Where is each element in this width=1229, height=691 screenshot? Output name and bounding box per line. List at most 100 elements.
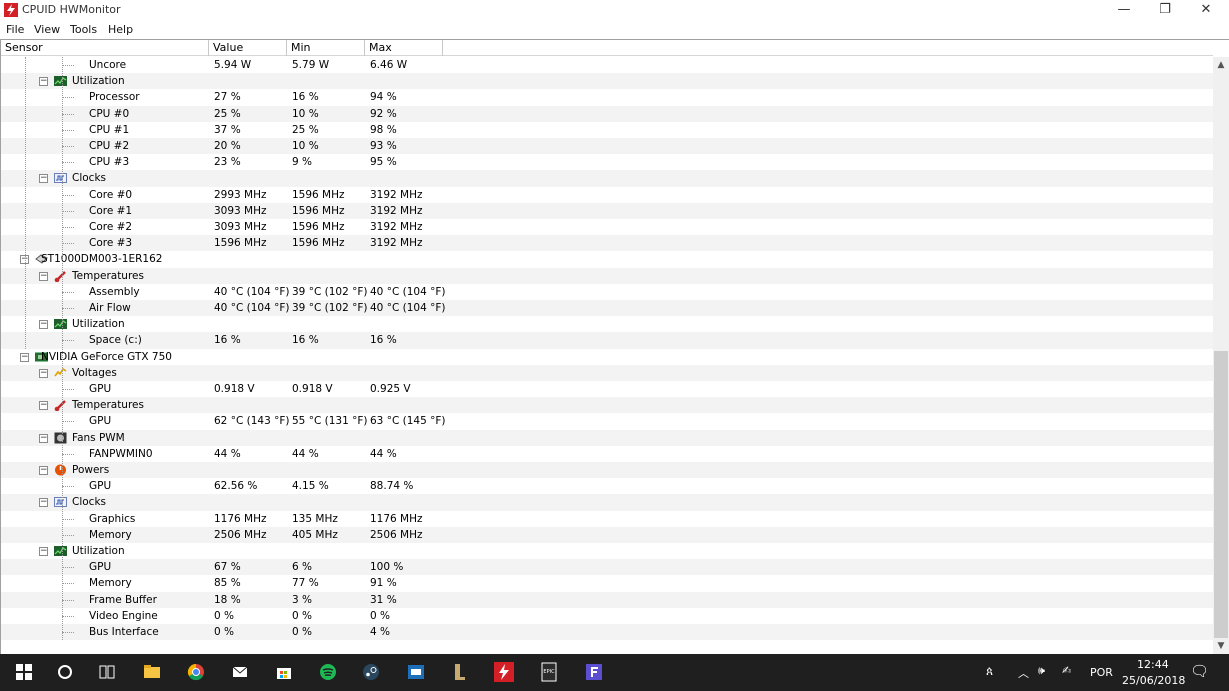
sensor-value: 85 % [214, 577, 241, 590]
steam-icon[interactable] [361, 662, 381, 682]
group-row[interactable]: − Utilization [1, 543, 1213, 559]
sensor-row[interactable]: GPU 0.918 V 0.918 V 0.925 V [1, 381, 1213, 397]
sensor-row[interactable]: Core #1 3093 MHz 1596 MHz 3192 MHz [1, 202, 1213, 219]
collapse-toggle[interactable]: − [39, 77, 48, 87]
clock-time[interactable]: 12:44 [1137, 658, 1169, 671]
sensor-row[interactable]: GPU 67 % 6 % 100 % [1, 559, 1213, 576]
group-row[interactable]: − ST1000DM003-1ER162 [1, 251, 1213, 267]
sensor-row[interactable]: Air Flow 40 °C (104 °F) 39 °C (102 °F) 40 °… [1, 300, 1213, 317]
scroll-up-arrow-icon[interactable]: ▲ [1213, 57, 1229, 73]
chrome-icon[interactable] [186, 662, 206, 682]
sensor-row[interactable]: CPU #2 20 % 10 % 93 % [1, 138, 1213, 155]
sensor-min: 1596 MHz [292, 188, 345, 201]
collapse-toggle[interactable]: − [39, 368, 48, 378]
scroll-thumb[interactable] [1214, 351, 1228, 638]
collapse-toggle[interactable]: − [39, 498, 48, 508]
sensor-tree[interactable]: Uncore 5.94 W 5.79 W 6.46 W − Utilization Proc… [1, 57, 1213, 640]
volume-icon[interactable]: 🕪 [1038, 664, 1045, 678]
group-row[interactable]: − Fans PWM [1, 429, 1213, 446]
collapse-toggle[interactable]: − [39, 547, 48, 556]
sensor-row[interactable]: Uncore 5.94 W 5.79 W 6.46 W [1, 57, 1213, 73]
sensor-label: Bus Interface [89, 626, 159, 638]
sensor-row[interactable]: Memory 85 % 77 % 91 % [1, 575, 1213, 591]
league-icon[interactable] [450, 662, 470, 682]
sensor-value: 1596 MHz [214, 237, 267, 250]
mail-icon[interactable] [231, 662, 251, 682]
collapse-toggle[interactable]: − [39, 401, 48, 411]
file-explorer-icon[interactable] [142, 662, 162, 682]
sensor-row[interactable]: GPU 62 °C (143 °F) 55 °C (131 °F) 63 °C (14… [1, 413, 1213, 429]
menu-tools[interactable]: Tools [70, 23, 97, 36]
scroll-down-arrow-icon[interactable]: ▼ [1213, 638, 1229, 654]
sensor-row[interactable]: Processor 27 % 16 % 94 % [1, 89, 1213, 105]
minimize-button[interactable]: — [1101, 0, 1147, 20]
sensor-label: Temperatures [72, 399, 144, 412]
sensor-row[interactable]: Video Engine 0 % 0 % 0 % [1, 608, 1213, 624]
group-row[interactable]: − Temperatures [1, 267, 1213, 284]
sensor-row[interactable]: Space (c:) 16 % 16 % 16 % [1, 332, 1213, 349]
hwmonitor-icon[interactable] [494, 662, 514, 682]
menu-view[interactable]: View [34, 23, 60, 36]
language-indicator[interactable]: POR [1090, 666, 1113, 679]
group-row[interactable]: − NVIDIA GeForce GTX 750 [1, 349, 1213, 365]
menu-file[interactable]: File [6, 23, 24, 36]
group-row[interactable]: − Clocks [1, 494, 1213, 511]
sensor-row[interactable]: Graphics 1176 MHz 135 MHz 1176 MHz [1, 511, 1213, 527]
close-button[interactable]: ✕ [1183, 0, 1229, 20]
people-icon[interactable]: ጰ [986, 664, 993, 679]
notifications-icon[interactable]: 🗨 [1190, 662, 1209, 680]
group-row[interactable]: − Voltages [1, 364, 1213, 381]
restore-button[interactable]: ❐ [1142, 0, 1188, 20]
sensor-label: Utilization [72, 318, 125, 331]
vertical-scrollbar[interactable]: ▲ ▼ [1213, 57, 1229, 654]
collapse-toggle[interactable]: − [39, 433, 48, 443]
column-header-sensor[interactable]: Sensor [1, 40, 209, 56]
group-row[interactable]: − Utilization [1, 316, 1213, 332]
app-f-icon[interactable] [584, 662, 604, 682]
voltage-icon [54, 367, 67, 377]
collapse-toggle[interactable]: − [39, 271, 48, 281]
collapse-toggle[interactable]: − [39, 466, 48, 475]
sensor-row[interactable]: FANPWMIN0 44 % 44 % 44 % [1, 446, 1213, 462]
sensor-value: 67 % [214, 561, 241, 574]
group-row[interactable]: − Utilization [1, 73, 1213, 90]
spotify-icon[interactable] [318, 662, 338, 682]
collapse-toggle[interactable]: − [39, 320, 48, 330]
start-icon[interactable] [14, 662, 34, 682]
task-view-icon[interactable] [97, 662, 117, 682]
cortana-icon[interactable] [55, 662, 75, 682]
sensor-min: 44 % [292, 447, 319, 460]
sensor-value: 3093 MHz [214, 221, 267, 233]
sensor-row[interactable]: GPU 62.56 % 4.15 % 88.74 % [1, 478, 1213, 494]
app-icon[interactable] [406, 662, 426, 682]
sensor-max: 100 % [370, 561, 404, 574]
clock-date[interactable]: 25/06/2018 [1122, 674, 1185, 687]
sensor-row[interactable]: CPU #0 25 % 10 % 92 % [1, 105, 1213, 122]
sensor-row[interactable]: Core #3 1596 MHz 1596 MHz 3192 MHz [1, 235, 1213, 252]
epic-games-icon[interactable]: EPIC [539, 662, 559, 682]
sensor-min: 10 % [292, 140, 319, 152]
sensor-min: 0 % [292, 609, 312, 622]
collapse-toggle[interactable]: − [20, 352, 29, 362]
sensor-row[interactable]: Bus Interface 0 % 0 % 4 % [1, 624, 1213, 640]
group-row[interactable]: − Temperatures [1, 397, 1213, 414]
collapse-toggle[interactable]: − [39, 174, 48, 184]
sensor-max: 3192 MHz [370, 237, 423, 250]
group-row[interactable]: − Powers [1, 462, 1213, 479]
pen-icon[interactable]: ✍ [1062, 664, 1071, 677]
column-header-min[interactable]: Min [287, 40, 365, 56]
sensor-row[interactable]: CPU #1 37 % 25 % 98 % [1, 122, 1213, 138]
store-icon[interactable] [274, 662, 294, 682]
tray-chevron-icon[interactable]: ︿ [1018, 665, 1029, 681]
sensor-row[interactable]: Frame Buffer 18 % 3 % 31 % [1, 591, 1213, 608]
sensor-row[interactable]: Memory 2506 MHz 405 MHz 2506 MHz [1, 526, 1213, 543]
sensor-max: 16 % [370, 334, 397, 347]
column-header-value[interactable]: Value [209, 40, 287, 56]
column-header-max[interactable]: Max [365, 40, 443, 56]
sensor-row[interactable]: Core #0 2993 MHz 1596 MHz 3192 MHz [1, 187, 1213, 203]
group-row[interactable]: − Clocks [1, 170, 1213, 187]
menu-help[interactable]: Help [108, 23, 133, 36]
sensor-row[interactable]: Assembly 40 °C (104 °F) 39 °C (102 °F) 40 °… [1, 284, 1213, 300]
sensor-row[interactable]: CPU #3 23 % 9 % 95 % [1, 154, 1213, 170]
sensor-row[interactable]: Core #2 3093 MHz 1596 MHz 3192 MHz [1, 219, 1213, 235]
